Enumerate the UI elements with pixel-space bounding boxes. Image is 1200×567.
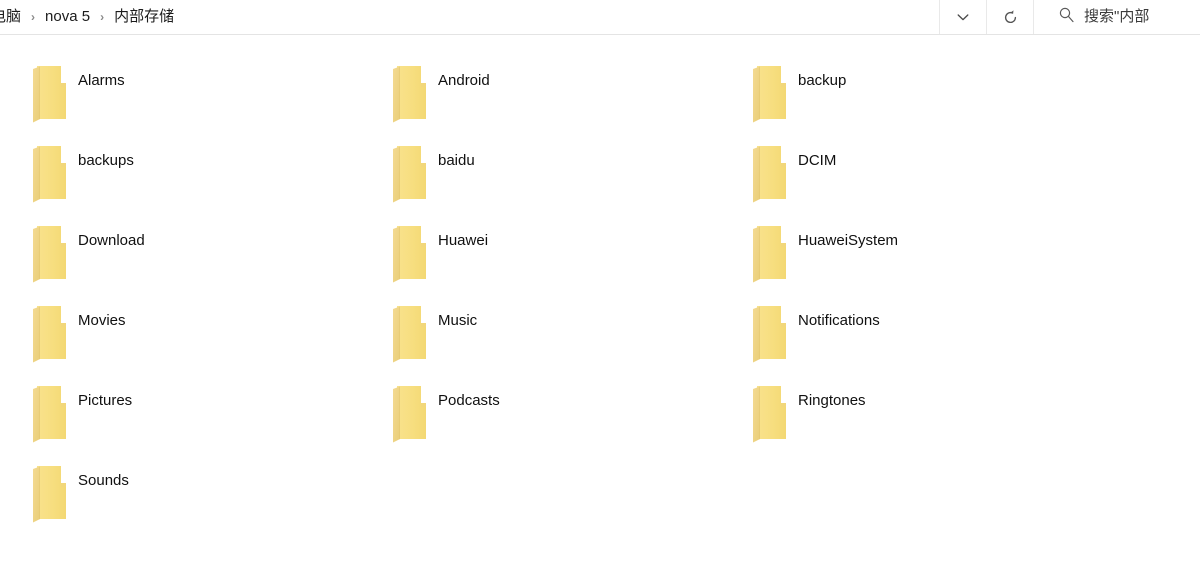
breadcrumb-separator-icon: › — [31, 10, 36, 24]
breadcrumb-item-internal-storage[interactable]: 内部存储 — [111, 0, 177, 34]
file-name-label: Music — [438, 312, 478, 329]
file-name-label: Download — [78, 232, 145, 249]
file-name-label: HuaweiSystem — [798, 232, 899, 249]
folder-icon — [382, 57, 438, 129]
search-box[interactable]: 搜索"内部 — [1034, 0, 1200, 34]
folder-icon — [382, 137, 438, 209]
chevron-down-icon — [955, 9, 971, 25]
folder-icon — [742, 297, 798, 369]
file-name-label: baidu — [438, 152, 475, 169]
folder-icon — [22, 217, 78, 289]
history-dropdown-button[interactable] — [940, 0, 987, 34]
address-bar: 电脑 › nova 5 › 内部存储 搜索"内部 — [0, 0, 1200, 35]
list-item-movies[interactable]: Movies — [22, 297, 382, 377]
list-item-music[interactable]: Music — [382, 297, 742, 377]
list-item-huawei[interactable]: Huawei — [382, 217, 742, 297]
list-item-android[interactable]: Android — [382, 57, 742, 137]
file-name-label: Huawei — [438, 232, 489, 249]
folder-icon — [742, 137, 798, 209]
list-item-dcim[interactable]: DCIM — [742, 137, 1102, 217]
folder-icon — [22, 457, 78, 529]
breadcrumb[interactable]: 电脑 › nova 5 › 内部存储 — [0, 0, 940, 34]
list-item-alarms[interactable]: Alarms — [22, 57, 382, 137]
folder-icon — [22, 297, 78, 369]
file-name-label: Android — [438, 72, 490, 89]
file-name-label: Notifications — [798, 312, 880, 329]
list-item-baidu[interactable]: baidu — [382, 137, 742, 217]
list-item-pictures[interactable]: Pictures — [22, 377, 382, 457]
list-item-notifications[interactable]: Notifications — [742, 297, 1102, 377]
file-name-label: Sounds — [78, 472, 129, 489]
breadcrumb-separator-icon: › — [100, 10, 105, 24]
list-item-sounds[interactable]: Sounds — [22, 457, 382, 537]
list-item-backups[interactable]: backups — [22, 137, 382, 217]
file-name-label: backups — [78, 152, 134, 169]
folder-icon — [22, 57, 78, 129]
file-grid: Alarms Android backup backups baidu DCIM… — [0, 35, 1200, 537]
list-item-podcasts[interactable]: Podcasts — [382, 377, 742, 457]
breadcrumb-item-this-pc[interactable]: 电脑 — [0, 0, 24, 34]
breadcrumb-item-nova-5[interactable]: nova 5 — [42, 0, 93, 34]
search-input-placeholder[interactable]: 搜索"内部 — [1084, 0, 1149, 34]
refresh-button[interactable] — [987, 0, 1034, 34]
file-list-pane: Alarms Android backup backups baidu DCIM… — [0, 35, 1200, 567]
file-name-label: Movies — [78, 312, 126, 329]
file-name-label: backup — [798, 72, 847, 89]
file-name-label: Alarms — [78, 72, 125, 89]
folder-icon — [22, 377, 78, 449]
folder-icon — [742, 57, 798, 129]
folder-icon — [742, 377, 798, 449]
list-item-backup[interactable]: backup — [742, 57, 1102, 137]
file-name-label: Podcasts — [438, 392, 500, 409]
folder-icon — [382, 297, 438, 369]
folder-icon — [382, 377, 438, 449]
list-item-ringtones[interactable]: Ringtones — [742, 377, 1102, 457]
list-item-download[interactable]: Download — [22, 217, 382, 297]
file-name-label: Pictures — [78, 392, 133, 409]
folder-icon — [382, 217, 438, 289]
folder-icon — [22, 137, 78, 209]
folder-icon — [742, 217, 798, 289]
search-icon — [1058, 6, 1075, 28]
list-item-huaweisystem[interactable]: HuaweiSystem — [742, 217, 1102, 297]
file-name-label: DCIM — [798, 152, 837, 169]
refresh-icon — [1002, 9, 1019, 26]
file-name-label: Ringtones — [798, 392, 866, 409]
